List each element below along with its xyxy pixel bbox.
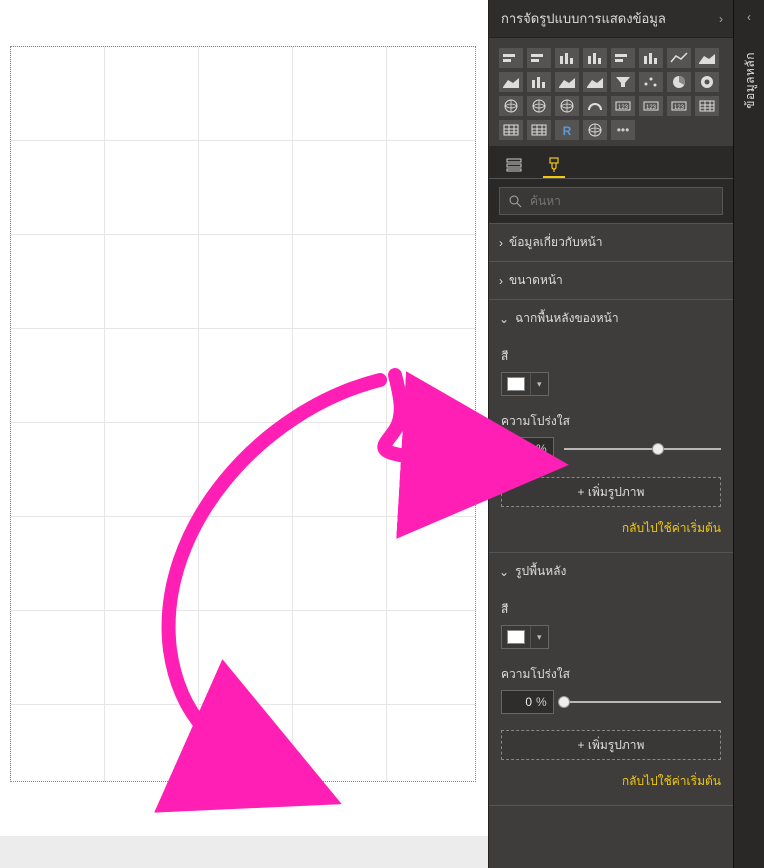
viz-multi-card-icon[interactable]: 123	[639, 96, 663, 116]
viz-clustered-bar-icon[interactable]	[527, 48, 551, 68]
transparency-row: %	[501, 437, 721, 461]
viz-arcgis-icon[interactable]	[583, 120, 607, 140]
search-icon	[508, 194, 522, 208]
viz-matrix-icon[interactable]	[527, 120, 551, 140]
section-wallpaper[interactable]: ⌄ รูปพื้นหลัง	[489, 553, 733, 590]
viz-funnel-icon[interactable]	[611, 72, 635, 92]
pane-title: การจัดรูปแบบการแสดงข้อมูล	[501, 8, 666, 29]
color-swatch	[507, 377, 525, 391]
visualizations-pane: การจัดรูปแบบการแสดงข้อมูล › 123 123 123 R ••…	[488, 0, 733, 868]
slider-thumb[interactable]	[558, 696, 570, 708]
viz-stacked-bar-icon[interactable]	[499, 48, 523, 68]
transparency-row: %	[501, 690, 721, 714]
viz-waterfall-icon[interactable]	[583, 72, 607, 92]
color-label: สี	[501, 347, 721, 366]
section-label: ฉากพื้นหลังของหน้า	[515, 309, 619, 328]
section-page-background-body: สี ▾ ความโปร่งใส % + เพิ่มรูปภ	[489, 337, 733, 553]
caret-down-icon: ▾	[530, 373, 548, 395]
slider-thumb[interactable]	[652, 443, 664, 455]
chevron-down-icon: ⌄	[499, 312, 509, 326]
transparency-value-input[interactable]	[508, 695, 532, 709]
add-image-button[interactable]: + เพิ่มรูปภาพ	[501, 730, 721, 760]
svg-text:123: 123	[646, 105, 657, 111]
report-page-canvas[interactable]	[10, 46, 476, 782]
section-wallpaper-body: สี ▾ ความโปร่งใส % + เพิ่มรูปภ	[489, 590, 733, 806]
format-sections: › ข้อมูลเกี่ยวกับหน้า › ขนาดหน้า ⌄ ฉากพื…	[489, 224, 733, 868]
color-swatch	[507, 630, 525, 644]
viz-type-gallery: 123 123 123 R •••	[489, 38, 733, 146]
viz-card-icon[interactable]: 123	[611, 96, 635, 116]
chevron-right-icon: ›	[499, 236, 503, 250]
viz-ribbon-icon[interactable]	[555, 72, 579, 92]
transparency-label: ความโปร่งใส	[501, 665, 721, 684]
section-page-info[interactable]: › ข้อมูลเกี่ยวกับหน้า	[489, 224, 733, 262]
viz-100-column-icon[interactable]	[639, 48, 663, 68]
color-picker[interactable]: ▾	[501, 372, 549, 396]
section-page-background[interactable]: ⌄ ฉากพื้นหลังของหน้า	[489, 300, 733, 337]
viz-pie-icon[interactable]	[667, 72, 691, 92]
transparency-label: ความโปร่งใส	[501, 412, 721, 431]
status-bar	[0, 836, 488, 868]
viz-kpi-icon[interactable]: 123	[667, 96, 691, 116]
viz-map-icon[interactable]	[527, 96, 551, 116]
viz-stacked-column-icon[interactable]	[555, 48, 579, 68]
color-label: สี	[501, 600, 721, 619]
transparency-input[interactable]: %	[501, 690, 554, 714]
transparency-value-input[interactable]	[508, 442, 532, 456]
viz-table-icon[interactable]	[499, 120, 523, 140]
slider-track	[564, 701, 721, 703]
chevron-right-icon: ›	[719, 12, 723, 26]
chevron-right-icon: ›	[499, 274, 503, 288]
search-container	[489, 179, 733, 224]
svg-text:R: R	[563, 124, 572, 138]
viz-area-icon[interactable]	[695, 48, 719, 68]
viz-line-column-icon[interactable]	[527, 72, 551, 92]
slider-track	[564, 448, 721, 450]
caret-down-icon: ▾	[530, 626, 548, 648]
viz-gauge-icon[interactable]	[583, 96, 607, 116]
transparency-slider[interactable]	[564, 690, 721, 714]
section-label: ขนาดหน้า	[509, 271, 563, 290]
fields-tab[interactable]	[503, 154, 525, 178]
svg-text:123: 123	[618, 105, 629, 111]
svg-text:123: 123	[674, 105, 685, 111]
viz-filled-map-icon[interactable]	[555, 96, 579, 116]
chevron-down-icon: ⌄	[499, 565, 509, 579]
section-page-size[interactable]: › ขนาดหน้า	[489, 262, 733, 300]
fields-pane-collapsed[interactable]: ‹ ข้อมูลหลัก	[733, 0, 764, 868]
percent-unit: %	[536, 442, 547, 456]
viz-clustered-column-icon[interactable]	[583, 48, 607, 68]
viz-r-visual-icon[interactable]: R	[555, 120, 579, 140]
format-tab-row	[489, 146, 733, 179]
viz-slicer-icon[interactable]	[695, 96, 719, 116]
viz-scatter-icon[interactable]	[639, 72, 663, 92]
color-picker[interactable]: ▾	[501, 625, 549, 649]
format-tab[interactable]	[543, 154, 565, 178]
viz-donut-icon[interactable]	[695, 72, 719, 92]
section-label: ข้อมูลเกี่ยวกับหน้า	[509, 233, 603, 252]
transparency-slider[interactable]	[564, 437, 721, 461]
chevron-left-icon: ‹	[747, 10, 751, 24]
transparency-input[interactable]: %	[501, 437, 554, 461]
pane-header[interactable]: การจัดรูปแบบการแสดงข้อมูล ›	[489, 0, 733, 38]
viz-100-bar-icon[interactable]	[611, 48, 635, 68]
search-input[interactable]	[530, 194, 714, 208]
viz-stacked-area-icon[interactable]	[499, 72, 523, 92]
reset-to-default-link[interactable]: กลับไปใช้ค่าเริ่มต้น	[501, 772, 721, 791]
rail-label: ข้อมูลหลัก	[740, 52, 759, 109]
viz-line-icon[interactable]	[667, 48, 691, 68]
search-box[interactable]	[499, 187, 723, 215]
viz-more-icon[interactable]: •••	[611, 120, 635, 140]
viz-treemap-icon[interactable]	[499, 96, 523, 116]
add-image-button[interactable]: + เพิ่มรูปภาพ	[501, 477, 721, 507]
reset-to-default-link[interactable]: กลับไปใช้ค่าเริ่มต้น	[501, 519, 721, 538]
section-label: รูปพื้นหลัง	[515, 562, 566, 581]
percent-unit: %	[536, 695, 547, 709]
report-canvas-area	[0, 0, 488, 868]
